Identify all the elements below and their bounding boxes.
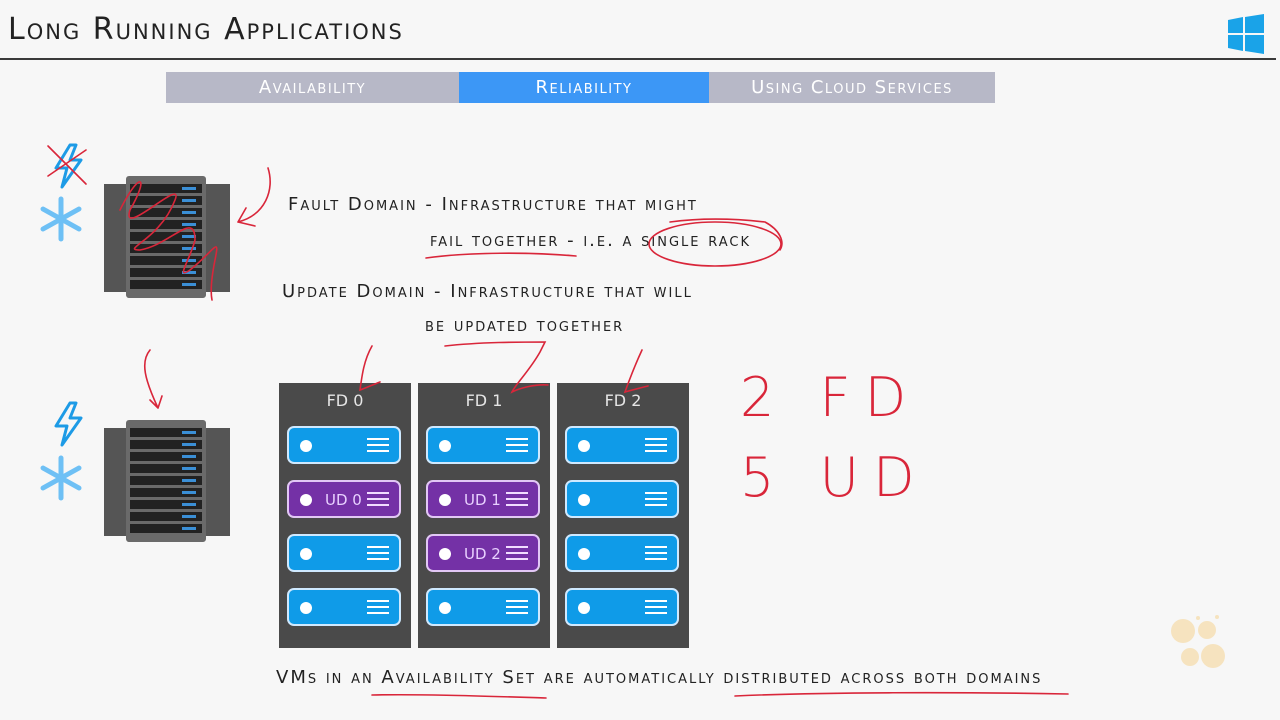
status-dot-icon [439, 548, 451, 560]
tab-reliability[interactable]: Reliability [459, 72, 709, 103]
vm-instance-update-domain[interactable]: UD 1 [426, 480, 540, 518]
windows-logo-icon [1228, 14, 1264, 54]
status-dot-icon [300, 440, 312, 452]
underline-availability-set [371, 693, 547, 699]
menu-lines-icon [506, 438, 528, 452]
server-rack-icon [104, 176, 230, 298]
fault-domain-definition-line2: fail together - i.e. a single rack [430, 230, 752, 251]
status-dot-icon [578, 602, 590, 614]
status-dot-icon [300, 494, 312, 506]
power-lightning-icon [54, 401, 83, 447]
page-title: Long Running Applications [8, 12, 404, 47]
tab-using-cloud-services[interactable]: Using Cloud Services [709, 72, 995, 103]
menu-lines-icon [367, 600, 389, 614]
status-dot-icon [578, 548, 590, 560]
menu-lines-icon [645, 600, 667, 614]
vm-instance[interactable] [287, 426, 401, 464]
brand-dots-logo-icon [1171, 615, 1225, 668]
status-dot-icon [578, 494, 590, 506]
title-divider [0, 58, 1276, 60]
vm-instance[interactable] [565, 588, 679, 626]
fault-domain-definition-line1: Fault Domain - Infrastructure that might [288, 194, 698, 215]
status-dot-icon [300, 602, 312, 614]
section-tabs: Availability Reliability Using Cloud Ser… [166, 72, 995, 103]
power-lightning-icon [54, 143, 83, 189]
fault-domain-column: FD 0 UD 0 [279, 383, 411, 648]
fault-domain-label: FD 2 [604, 391, 642, 410]
update-domain-label: UD 1 [464, 491, 501, 509]
vm-instance[interactable] [565, 534, 679, 572]
status-dot-icon [439, 602, 451, 614]
server-rack-icon [104, 420, 230, 542]
vm-instance[interactable] [426, 588, 540, 626]
vm-instance[interactable] [565, 426, 679, 464]
status-dot-icon [300, 548, 312, 560]
fault-domain-label: FD 0 [326, 391, 364, 410]
arrow-to-rack [237, 167, 271, 227]
update-domain-label: UD 0 [325, 491, 362, 509]
status-dot-icon [439, 440, 451, 452]
menu-lines-icon [506, 546, 528, 560]
status-dot-icon [578, 440, 590, 452]
footer-summary: VMs in an Availability Set are automatic… [276, 667, 1043, 688]
vm-instance[interactable] [287, 534, 401, 572]
fault-domain-label: FD 1 [465, 391, 503, 410]
menu-lines-icon [645, 438, 667, 452]
vm-instance[interactable] [426, 426, 540, 464]
menu-lines-icon [645, 546, 667, 560]
underline-distributed [734, 691, 1069, 697]
menu-lines-icon [367, 546, 389, 560]
handwritten-fd-count: 2 FD [740, 366, 921, 429]
menu-lines-icon [367, 438, 389, 452]
vm-instance[interactable] [287, 588, 401, 626]
menu-lines-icon [506, 492, 528, 506]
fault-domain-column: FD 1 UD 1 UD 2 [418, 383, 550, 648]
update-domain-definition-line2: be updated together [425, 315, 625, 336]
fault-domain-column: FD 2 [557, 383, 689, 648]
underline-fail-together [425, 252, 577, 259]
vm-instance-update-domain[interactable]: UD 0 [287, 480, 401, 518]
vm-instance[interactable] [565, 480, 679, 518]
status-dot-icon [439, 494, 451, 506]
arrow-lower-rack [143, 349, 163, 409]
update-domain-label: UD 2 [464, 545, 501, 563]
menu-lines-icon [367, 492, 389, 506]
cooling-snowflake-icon [40, 455, 82, 501]
cooling-snowflake-icon [40, 196, 82, 242]
menu-lines-icon [506, 600, 528, 614]
update-domain-definition-line1: Update Domain - Infrastructure that will [282, 281, 693, 302]
handwritten-ud-count: 5 UD [740, 446, 929, 509]
tab-availability[interactable]: Availability [166, 72, 459, 103]
menu-lines-icon [645, 492, 667, 506]
vm-instance-update-domain[interactable]: UD 2 [426, 534, 540, 572]
